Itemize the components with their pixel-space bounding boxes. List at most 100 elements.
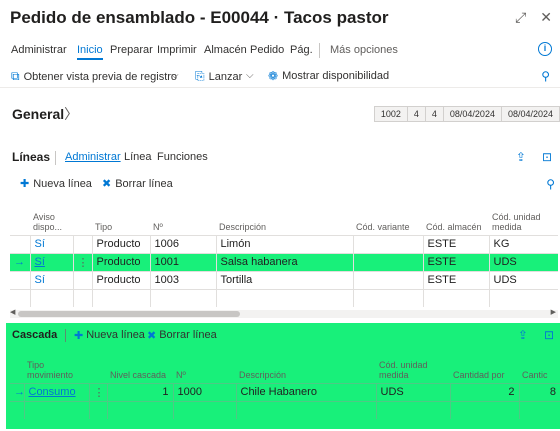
- cantidad-cell[interactable]: 8: [518, 382, 560, 401]
- col-header-descripcion[interactable]: Descripción: [216, 206, 353, 235]
- tipo-cell[interactable]: Producto: [91, 252, 150, 271]
- more-options[interactable]: Más opciones: [330, 44, 398, 56]
- col-header-nivel[interactable]: Nivel cascada: [107, 356, 173, 383]
- row-selected-arrow-icon: →: [10, 382, 24, 401]
- tipo-movimiento-cell[interactable]: Consumo: [23, 382, 89, 401]
- menu-pag[interactable]: Pág.: [290, 44, 313, 56]
- col-header-variante[interactable]: Cód. variante: [353, 206, 423, 235]
- expand-icon[interactable]: ⤢: [515, 9, 526, 26]
- tab-administrar[interactable]: Administrar: [65, 151, 121, 163]
- share-icon[interactable]: ⇪: [516, 150, 526, 164]
- expand-panel-icon[interactable]: ⊡: [544, 328, 554, 342]
- col-header-aviso[interactable]: Aviso dispo...: [30, 206, 73, 235]
- aviso-cell[interactable]: Sí: [29, 234, 73, 253]
- general-value: 1002: [373, 106, 408, 122]
- tab-funciones[interactable]: Funciones: [157, 151, 208, 163]
- row-menu-icon[interactable]: ⋮: [88, 382, 107, 401]
- col-header-descripcion[interactable]: Descripción: [236, 356, 376, 383]
- table-row-empty[interactable]: [10, 288, 558, 307]
- col-header-unidad[interactable]: Cód. unidad medida: [376, 356, 450, 383]
- aviso-cell[interactable]: Sí: [29, 270, 73, 289]
- release-button[interactable]: ⎘ Lanzar: [195, 69, 242, 84]
- general-section-header[interactable]: General〉: [12, 104, 78, 124]
- pin-icon[interactable]: ⚲: [541, 69, 550, 83]
- nivel-cell[interactable]: 1: [106, 382, 173, 401]
- col-header-unidad[interactable]: Cód. unidad medida: [489, 206, 558, 235]
- table-row-empty[interactable]: [10, 400, 560, 419]
- info-icon[interactable]: i: [538, 42, 552, 56]
- new-line-button[interactable]: ✚ Nueva línea: [20, 177, 92, 191]
- unidad-cell[interactable]: UDS: [488, 252, 558, 271]
- row-selected-arrow-icon: →: [10, 252, 30, 271]
- col-header-no[interactable]: Nº: [150, 206, 216, 235]
- cantidad-por-cell[interactable]: 2: [449, 382, 519, 401]
- lines-actions: ✚ Nueva línea ✖ Borrar línea ⚲: [20, 177, 555, 193]
- table-row[interactable]: Sí Producto 1006 Limón ESTE KG: [10, 234, 558, 253]
- col-header-no[interactable]: Nº: [173, 356, 236, 383]
- chevron-down-icon[interactable]: ⌵: [171, 70, 179, 81]
- delete-line-button[interactable]: ✖ Borrar línea: [102, 177, 173, 191]
- descripcion-cell[interactable]: Limón: [215, 234, 353, 253]
- variante-cell[interactable]: [352, 252, 423, 271]
- lines-table: Aviso dispo... Tipo Nº Descripción Cód. …: [10, 206, 558, 307]
- scrollbar-thumb[interactable]: [18, 311, 240, 317]
- almacen-cell[interactable]: ESTE: [422, 234, 489, 253]
- menu-imprimir[interactable]: Imprimir: [157, 44, 197, 56]
- table-row-selected[interactable]: → Consumo ⋮ 1 1000 Chile Habanero UDS 2 …: [10, 382, 560, 401]
- menu-preparar[interactable]: Preparar: [110, 44, 153, 56]
- cascade-divider: [65, 329, 66, 342]
- menu-pedido[interactable]: Pedido: [250, 44, 284, 56]
- lines-divider: [55, 151, 56, 165]
- col-header-tipo-movimiento[interactable]: Tipo movimiento: [24, 356, 89, 383]
- share-icon[interactable]: ⇪: [518, 328, 528, 342]
- close-icon[interactable]: ✕: [540, 9, 552, 26]
- col-header-almacen[interactable]: Cód. almacén: [423, 206, 489, 235]
- availability-label: Mostrar disponibilidad: [282, 70, 390, 82]
- horizontal-scrollbar[interactable]: ◀ ▶: [10, 308, 558, 318]
- availability-button[interactable]: ❁ Mostrar disponibilidad: [268, 69, 389, 83]
- descripcion-cell[interactable]: Chile Habanero: [235, 382, 376, 401]
- preview-label: Obtener vista previa de registro: [23, 70, 178, 83]
- general-summary: 1002 4 4 08/04/2024 08/04/2024: [373, 106, 560, 122]
- unidad-cell[interactable]: UDS: [488, 270, 558, 289]
- tab-linea[interactable]: Línea: [124, 151, 152, 163]
- general-value: 4: [424, 106, 444, 122]
- menu-inicio[interactable]: Inicio: [77, 44, 103, 60]
- chevron-down-icon[interactable]: ⌵: [246, 70, 254, 81]
- descripcion-cell[interactable]: Tortilla: [215, 270, 353, 289]
- col-header-tipo[interactable]: Tipo: [92, 206, 150, 235]
- row-menu-icon[interactable]: ⋮: [72, 252, 92, 271]
- tipo-cell[interactable]: Producto: [91, 270, 150, 289]
- col-header-cantidad[interactable]: Cantic: [519, 356, 560, 383]
- title-bar: Pedido de ensamblado - E00044 · Tacos pa…: [0, 0, 560, 34]
- scroll-left-icon[interactable]: ◀: [10, 308, 15, 316]
- preview-icon: ⧉: [11, 69, 20, 83]
- delete-line-icon: ✖: [147, 330, 157, 342]
- expand-panel-icon[interactable]: ⊡: [542, 150, 552, 164]
- variante-cell[interactable]: [352, 270, 423, 289]
- almacen-cell[interactable]: ESTE: [422, 252, 489, 271]
- aviso-cell[interactable]: Sí: [29, 252, 73, 271]
- no-cell[interactable]: 1006: [149, 234, 216, 253]
- menu-divider: [319, 43, 320, 58]
- preview-button[interactable]: ⧉ Obtener vista previa de registro: [11, 69, 177, 84]
- almacen-cell[interactable]: ESTE: [422, 270, 489, 289]
- unidad-cell[interactable]: KG: [488, 234, 558, 253]
- col-header-cantidad-por[interactable]: Cantidad por: [450, 356, 519, 383]
- table-row-selected[interactable]: → Sí ⋮ Producto 1001 Salsa habanera ESTE…: [10, 252, 558, 271]
- unidad-cell[interactable]: UDS: [375, 382, 450, 401]
- table-row[interactable]: Sí Producto 1003 Tortilla ESTE UDS: [10, 270, 558, 289]
- cascade-new-line-button[interactable]: ✚ Nueva línea: [74, 329, 145, 342]
- tipo-cell[interactable]: Producto: [91, 234, 150, 253]
- no-cell[interactable]: 1003: [149, 270, 216, 289]
- cascade-delete-line-button[interactable]: ✖ Borrar línea: [147, 329, 217, 342]
- general-value: 4: [406, 106, 426, 122]
- menu-administrar[interactable]: Administrar: [11, 44, 67, 56]
- variante-cell[interactable]: [352, 234, 423, 253]
- menu-almacen[interactable]: Almacén: [204, 44, 247, 56]
- no-cell[interactable]: 1000: [172, 382, 236, 401]
- pin-icon[interactable]: ⚲: [546, 177, 555, 191]
- no-cell[interactable]: 1001: [149, 252, 216, 271]
- scroll-right-icon[interactable]: ▶: [551, 308, 556, 316]
- descripcion-cell[interactable]: Salsa habanera: [215, 252, 353, 271]
